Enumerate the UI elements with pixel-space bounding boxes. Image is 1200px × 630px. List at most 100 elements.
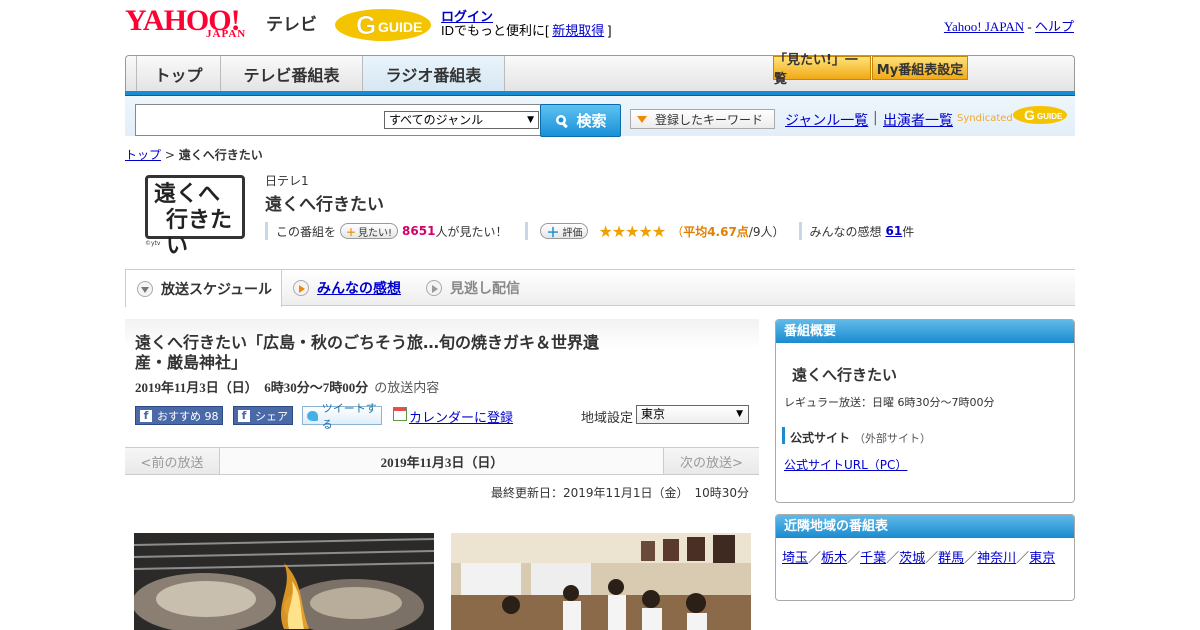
registered-keywords-label: 登録したキーワード xyxy=(655,112,764,127)
program-title: 遠くへ行きたい xyxy=(265,195,384,215)
nearby-regions-heading: 近隣地域の番組表 xyxy=(776,515,1074,538)
svg-text:GUIDE: GUIDE xyxy=(378,19,422,35)
genre-select-value: すべてのジャンル xyxy=(389,113,484,127)
breadcrumb-separator: > xyxy=(161,148,179,162)
yahoo-japan-link[interactable]: Yahoo! JAPAN xyxy=(944,19,1024,34)
official-site-label: 公式サイト xyxy=(790,431,851,445)
section-marker xyxy=(782,427,785,444)
rate-button[interactable]: ＋評価 xyxy=(540,223,589,241)
program-overview-heading: 番組概要 xyxy=(776,320,1074,343)
rating-open: （ xyxy=(671,224,684,239)
facebook-recommend-button[interactable]: f おすすめ 98 xyxy=(135,406,223,425)
want-button-label: 見たい! xyxy=(358,227,393,239)
prefecture-link-tokyo[interactable]: 東京 xyxy=(1029,551,1055,566)
tab-impressions[interactable]: みんなの感想 xyxy=(293,270,401,305)
episode-date-suffix: の放送内容 xyxy=(374,381,440,396)
dropdown-arrow-icon: ▼ xyxy=(736,409,743,419)
search-icon xyxy=(556,114,569,128)
play-arrow-icon xyxy=(293,279,309,296)
logo-credit: ©ytv xyxy=(145,240,161,247)
registered-keywords-button[interactable]: 登録したキーワード xyxy=(630,109,775,129)
rating-stars: ★★★★★ xyxy=(598,221,666,241)
svg-text:GUIDE: GUIDE xyxy=(1037,112,1063,121)
mitai-list-button[interactable]: 「見たい!」一覧 xyxy=(773,53,871,87)
facebook-share-label: シェア xyxy=(255,409,288,423)
twitter-bird-icon xyxy=(307,410,318,421)
genre-list-link[interactable]: ジャンル一覧 xyxy=(785,110,868,130)
nav-tab-top[interactable]: トップ xyxy=(136,56,221,92)
program-tabs: 放送スケジュール みんなの感想 見逃し配信 xyxy=(125,269,1075,307)
calendar-register-link[interactable]: カレンダーに登録 xyxy=(409,407,513,426)
pref-sep: ／ xyxy=(1016,551,1030,566)
want-prefix: この番組を xyxy=(276,224,337,239)
genre-select[interactable]: すべてのジャンル ▼ xyxy=(384,111,539,129)
prefecture-links: 埼玉／栃木／千葉／茨城／群馬／神奈川／東京 xyxy=(782,549,1070,568)
dropdown-arrow-icon: ▼ xyxy=(527,115,534,125)
service-name[interactable]: テレビ xyxy=(266,10,317,35)
impressions-suffix: 件 xyxy=(902,224,915,239)
rate-button-label: 評価 xyxy=(562,227,583,239)
current-broadcast-date: 2019年11月3日（日） xyxy=(220,448,664,474)
dropdown-arrow-icon xyxy=(637,115,647,123)
pref-sep: ／ xyxy=(847,551,861,566)
overview-program-title: 遠くへ行きたい xyxy=(792,366,898,384)
episode-date: 2019年11月3日（日） 6時30分～7時00分 xyxy=(135,380,369,395)
region-select[interactable]: 東京 ▼ xyxy=(636,405,749,424)
official-site-url-link[interactable]: 公式サイトURL（PC） xyxy=(784,456,907,473)
divider xyxy=(798,222,802,240)
tab-broadcast-schedule[interactable]: 放送スケジュール xyxy=(125,270,282,307)
prefecture-link-kanagawa[interactable]: 神奈川 xyxy=(977,551,1016,566)
program-stats-row: この番組を ＋見たい! 8651 人が見たい！ ＋評価 ★★★★★ （ 平均4.… xyxy=(265,221,915,241)
broadcast-pager: <前の放送 2019年11月3日（日） 次の放送> xyxy=(125,447,759,475)
program-logo: 遠くへ 行きたい xyxy=(145,175,245,259)
prefecture-link-ibaraki[interactable]: 茨城 xyxy=(899,551,925,566)
prefecture-link-gunma[interactable]: 群馬 xyxy=(938,551,964,566)
impressions-label: みんなの感想 xyxy=(809,224,882,239)
search-button[interactable]: 検索 xyxy=(540,104,621,137)
want-button[interactable]: ＋見たい! xyxy=(340,223,399,239)
tab-missed-streaming: 見逃し配信 xyxy=(426,270,520,305)
pref-sep: ／ xyxy=(964,551,978,566)
performer-list-link[interactable]: 出演者一覧 xyxy=(883,110,953,130)
pref-sep: ／ xyxy=(886,551,900,566)
tweet-button[interactable]: ツイートする xyxy=(302,402,382,431)
my-listings-settings-button[interactable]: My番組表設定 xyxy=(872,56,968,80)
next-broadcast-button[interactable]: 次の放送> xyxy=(663,448,759,474)
pref-sep: ／ xyxy=(808,551,822,566)
divider xyxy=(265,222,268,240)
external-site-note: （外部サイト） xyxy=(854,432,932,445)
program-overview-panel: 番組概要 遠くへ行きたい レギュラー放送：日曜 6時30分～7時00分 公式サイ… xyxy=(775,319,1075,503)
region-label: 地域設定 xyxy=(581,411,634,426)
play-arrow-icon xyxy=(426,279,442,296)
facebook-share-button[interactable]: f シェア xyxy=(233,406,293,425)
rating-average: 平均4.67点 xyxy=(683,224,749,239)
facebook-recommend-label: おすすめ 98 xyxy=(157,409,219,423)
facebook-icon: f xyxy=(140,409,152,422)
last-updated: 最終更新日：2019年11月1日（金） 10時30分 xyxy=(491,486,749,500)
nav-tab-tv-listings[interactable]: テレビ番組表 xyxy=(221,56,363,92)
facebook-icon: f xyxy=(238,409,250,422)
breadcrumb-top-link[interactable]: トップ xyxy=(125,148,161,162)
region-select-value: 東京 xyxy=(641,407,666,421)
prefecture-link-tochigi[interactable]: 栃木 xyxy=(821,551,847,566)
plus-icon: ＋ xyxy=(546,225,560,241)
help-link[interactable]: ヘルプ xyxy=(1035,19,1074,34)
prev-broadcast-button[interactable]: <前の放送 xyxy=(125,448,220,474)
tab-missed-label: 見逃し配信 xyxy=(450,280,520,297)
nav-tab-radio-listings[interactable]: ラジオ番組表 xyxy=(363,56,505,92)
tweet-label: ツイートする xyxy=(321,401,377,431)
yahoo-japan-wordmark: JAPAN xyxy=(206,28,247,40)
program-logo-line1: 遠くへ xyxy=(154,181,221,207)
link-separator: | xyxy=(873,110,878,126)
classroom-image xyxy=(451,533,751,630)
impressions-count-link[interactable]: 61 xyxy=(886,224,903,238)
main-navbar: トップ テレビ番組表 ラジオ番組表 「見たい!」一覧 My番組表設定 xyxy=(125,53,1075,92)
prefecture-link-chiba[interactable]: 千葉 xyxy=(860,551,886,566)
prefecture-link-saitama[interactable]: 埼玉 xyxy=(782,551,808,566)
episode-photo-classroom xyxy=(451,533,751,630)
pref-sep: ／ xyxy=(925,551,939,566)
signup-link[interactable]: 新規取得 xyxy=(552,23,604,38)
nearby-regions-panel: 近隣地域の番組表 埼玉／栃木／千葉／茨城／群馬／神奈川／東京 xyxy=(775,514,1075,601)
plus-icon: ＋ xyxy=(346,227,357,239)
divider xyxy=(525,222,529,240)
